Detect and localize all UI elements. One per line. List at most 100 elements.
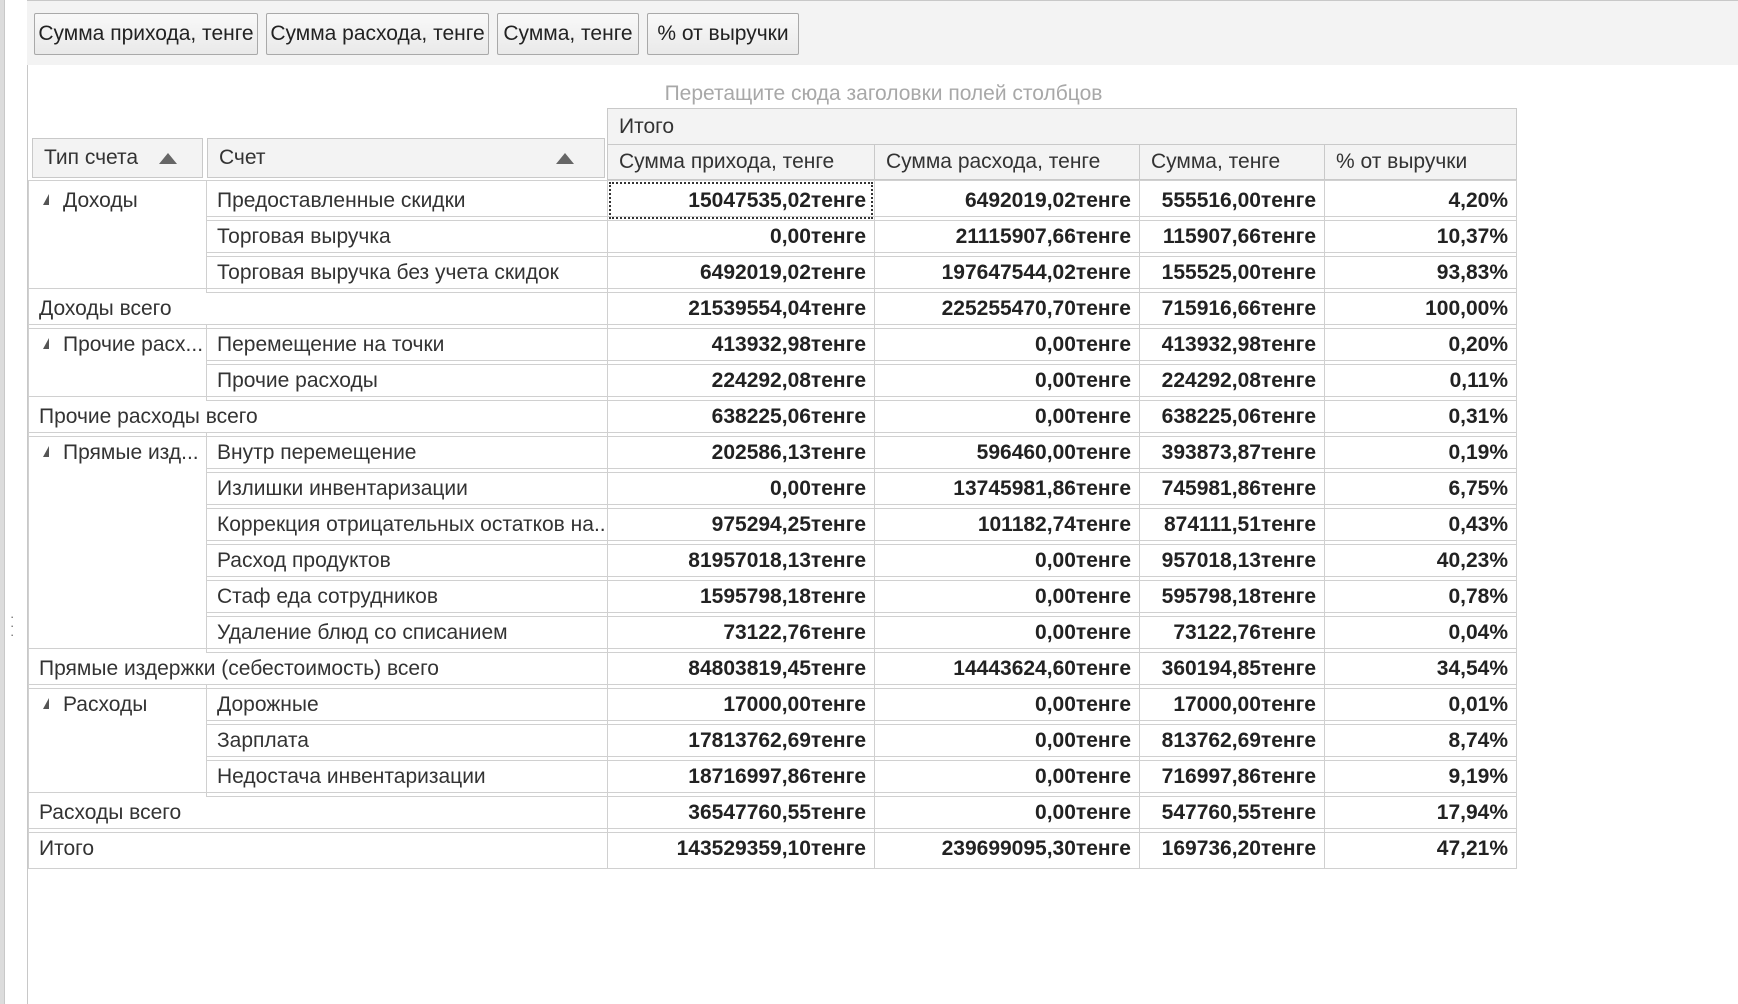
value-cell[interactable]: 0,00тенге: [874, 576, 1140, 617]
value-cell[interactable]: 21115907,66тенге: [874, 216, 1140, 257]
value-cell[interactable]: 555516,00тенге: [1139, 180, 1325, 221]
value-cell[interactable]: 155525,00тенге: [1139, 252, 1325, 293]
account-row-header[interactable]: Стаф еда сотрудников: [206, 576, 608, 617]
value-cell[interactable]: 10,37%: [1324, 216, 1517, 257]
value-cell[interactable]: 0,78%: [1324, 576, 1517, 617]
value-cell[interactable]: 73122,76тенге: [607, 612, 875, 653]
value-cell[interactable]: 813762,69тенге: [1139, 720, 1325, 761]
total-value-cell[interactable]: 17,94%: [1324, 792, 1517, 833]
value-cell[interactable]: 81957018,13тенге: [607, 540, 875, 581]
total-value-cell[interactable]: 100,00%: [1324, 288, 1517, 329]
account-row-header[interactable]: Торговая выручка без учета скидок: [206, 252, 608, 293]
data-header-expense[interactable]: Сумма расхода, тенге: [874, 144, 1140, 180]
value-cell[interactable]: 4,20%: [1324, 180, 1517, 221]
total-value-cell[interactable]: 21539554,04тенге: [607, 288, 875, 329]
value-cell[interactable]: 975294,25тенге: [607, 504, 875, 545]
row-group-header[interactable]: Прямые изд...: [28, 432, 207, 649]
data-field-button-income[interactable]: Сумма прихода, тенге: [34, 13, 258, 55]
value-cell[interactable]: 0,00тенге: [607, 216, 875, 257]
total-value-cell[interactable]: 638225,06тенге: [1139, 396, 1325, 437]
value-cell[interactable]: 40,23%: [1324, 540, 1517, 581]
value-cell[interactable]: 9,19%: [1324, 756, 1517, 797]
account-row-header[interactable]: Зарплата: [206, 720, 608, 761]
value-cell[interactable]: 17813762,69тенге: [607, 720, 875, 761]
data-field-button-sum[interactable]: Сумма, тенге: [497, 13, 639, 55]
total-value-cell[interactable]: 36547760,55тенге: [607, 792, 875, 833]
data-field-button-revenue-percent[interactable]: % от выручки: [647, 13, 799, 55]
value-cell[interactable]: 0,11%: [1324, 360, 1517, 401]
row-group-header[interactable]: Прочие расх...: [28, 324, 207, 397]
value-cell[interactable]: 93,83%: [1324, 252, 1517, 293]
group-total-row-header[interactable]: Доходы всего: [28, 288, 608, 329]
total-value-cell[interactable]: 715916,66тенге: [1139, 288, 1325, 329]
row-field-account-type[interactable]: Тип счета: [32, 138, 203, 178]
value-cell[interactable]: 0,00тенге: [874, 540, 1140, 581]
total-value-cell[interactable]: 84803819,45тенге: [607, 648, 875, 689]
total-value-cell[interactable]: 169736,20тенге: [1139, 828, 1325, 869]
account-row-header[interactable]: Дорожные: [206, 684, 608, 725]
total-value-cell[interactable]: 0,31%: [1324, 396, 1517, 437]
value-cell[interactable]: 0,00тенге: [874, 720, 1140, 761]
collapse-group-icon[interactable]: [43, 193, 49, 205]
collapse-group-icon[interactable]: [43, 697, 49, 709]
value-cell[interactable]: 101182,74тенге: [874, 504, 1140, 545]
data-header-income[interactable]: Сумма прихода, тенге: [607, 144, 875, 180]
value-cell[interactable]: 202586,13тенге: [607, 432, 875, 473]
value-cell[interactable]: 1595798,18тенге: [607, 576, 875, 617]
value-cell[interactable]: 6492019,02тенге: [607, 252, 875, 293]
account-row-header[interactable]: Недостача инвентаризации: [206, 756, 608, 797]
value-cell[interactable]: 115907,66тенге: [1139, 216, 1325, 257]
total-value-cell[interactable]: 143529359,10тенге: [607, 828, 875, 869]
value-cell[interactable]: 224292,08тенге: [1139, 360, 1325, 401]
account-row-header[interactable]: Внутр перемещение: [206, 432, 608, 473]
grand-total-row-header[interactable]: Итого: [28, 828, 608, 869]
data-header-revenue-percent[interactable]: % от выручки: [1324, 144, 1517, 180]
value-cell[interactable]: 17000,00тенге: [607, 684, 875, 725]
value-cell[interactable]: 197647544,02тенге: [874, 252, 1140, 293]
value-cell[interactable]: 595798,18тенге: [1139, 576, 1325, 617]
group-total-row-header[interactable]: Прочие расходы всего: [28, 396, 608, 437]
value-cell[interactable]: 224292,08тенге: [607, 360, 875, 401]
value-cell[interactable]: 596460,00тенге: [874, 432, 1140, 473]
total-value-cell[interactable]: 239699095,30тенге: [874, 828, 1140, 869]
total-value-cell[interactable]: 638225,06тенге: [607, 396, 875, 437]
account-row-header[interactable]: Торговая выручка: [206, 216, 608, 257]
account-row-header[interactable]: Коррекция отрицательных остатков на...: [206, 504, 608, 545]
value-cell[interactable]: 18716997,86тенге: [607, 756, 875, 797]
account-row-header[interactable]: Удаление блюд со списанием: [206, 612, 608, 653]
total-value-cell[interactable]: 0,00тенге: [874, 396, 1140, 437]
value-cell[interactable]: 0,20%: [1324, 324, 1517, 365]
value-cell[interactable]: 6,75%: [1324, 468, 1517, 509]
value-cell[interactable]: 15047535,02тенге: [607, 180, 875, 221]
value-cell[interactable]: 0,00тенге: [874, 360, 1140, 401]
total-value-cell[interactable]: 225255470,70тенге: [874, 288, 1140, 329]
value-cell[interactable]: 874111,51тенге: [1139, 504, 1325, 545]
value-cell[interactable]: 957018,13тенге: [1139, 540, 1325, 581]
value-cell[interactable]: 73122,76тенге: [1139, 612, 1325, 653]
value-cell[interactable]: 17000,00тенге: [1139, 684, 1325, 725]
value-cell[interactable]: 6492019,02тенге: [874, 180, 1140, 221]
row-field-account[interactable]: Счет: [207, 138, 605, 178]
value-cell[interactable]: 0,00тенге: [874, 684, 1140, 725]
account-row-header[interactable]: Перемещение на точки: [206, 324, 608, 365]
total-value-cell[interactable]: 0,00тенге: [874, 792, 1140, 833]
row-group-header[interactable]: Расходы: [28, 684, 207, 793]
total-value-cell[interactable]: 34,54%: [1324, 648, 1517, 689]
account-row-header[interactable]: Излишки инвентаризации: [206, 468, 608, 509]
total-value-cell[interactable]: 47,21%: [1324, 828, 1517, 869]
total-value-cell[interactable]: 14443624,60тенге: [874, 648, 1140, 689]
value-cell[interactable]: 413932,98тенге: [1139, 324, 1325, 365]
value-cell[interactable]: 0,43%: [1324, 504, 1517, 545]
value-cell[interactable]: 413932,98тенге: [607, 324, 875, 365]
row-group-header[interactable]: Доходы: [28, 180, 207, 289]
account-row-header[interactable]: Предоставленные скидки: [206, 180, 608, 221]
value-cell[interactable]: 13745981,86тенге: [874, 468, 1140, 509]
value-cell[interactable]: 0,00тенге: [607, 468, 875, 509]
account-row-header[interactable]: Расход продуктов: [206, 540, 608, 581]
value-cell[interactable]: 0,00тенге: [874, 324, 1140, 365]
data-field-button-expense[interactable]: Сумма расхода, тенге: [266, 13, 489, 55]
value-cell[interactable]: 0,19%: [1324, 432, 1517, 473]
value-cell[interactable]: 8,74%: [1324, 720, 1517, 761]
data-header-sum[interactable]: Сумма, тенге: [1139, 144, 1325, 180]
value-cell[interactable]: 0,00тенге: [874, 756, 1140, 797]
